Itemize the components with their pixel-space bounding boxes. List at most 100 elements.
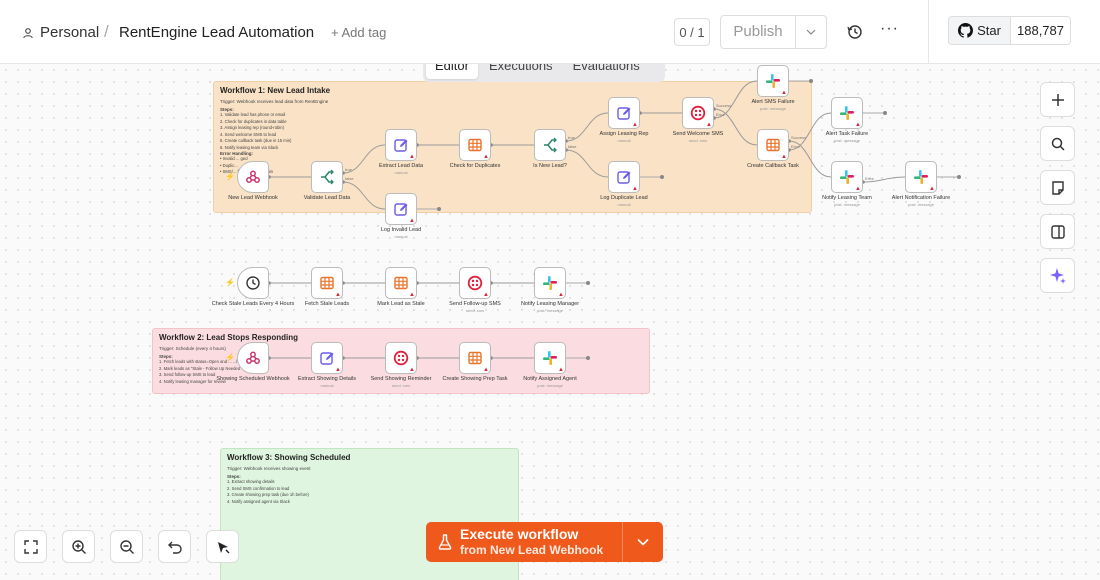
add-node-handle (586, 281, 590, 285)
edge-label: Error (865, 176, 874, 181)
node-title: Assign Leasing Rep (599, 131, 649, 137)
workflow-node-webhook3[interactable] (237, 342, 269, 374)
workflow-node-callback[interactable]: ▲ (757, 129, 789, 161)
node-label: Validate Lead Data (282, 195, 372, 202)
workflow-node-smsfail[interactable]: ▲ (757, 65, 789, 97)
publish-button[interactable]: Publish (720, 15, 827, 49)
workflow-node-logdup[interactable]: ▲ (608, 161, 640, 193)
workflow-node-webhook1[interactable] (237, 161, 269, 193)
execute-workflow-button[interactable]: Execute workflow from New Lead Webhook (426, 522, 663, 562)
fit-view-icon (23, 539, 38, 554)
workflow-node-validate[interactable] (311, 161, 343, 193)
tab-editor[interactable]: Editor (426, 64, 478, 79)
workflow-node-fetchstale[interactable]: ▲ (311, 267, 343, 299)
node-label: Log Invalid Lead manual (356, 227, 446, 240)
workflow-node-assign[interactable]: ▲ (608, 97, 640, 129)
history-icon[interactable] (845, 22, 865, 42)
workflow-node-reminder[interactable]: ▲ (385, 342, 417, 374)
github-icon (958, 23, 974, 38)
workflow-node-notifyagent[interactable]: ▲ (534, 342, 566, 374)
workflow-node-notifymgr[interactable]: ▲ (534, 267, 566, 299)
fit-view-button[interactable] (14, 530, 47, 563)
tab-evaluations[interactable]: Evaluations (564, 64, 649, 79)
add-node-handle (586, 356, 590, 360)
node-title: Send Follow-up SMS (449, 301, 501, 307)
slack-icon (542, 350, 558, 366)
zoom-in-button[interactable] (62, 530, 95, 563)
table-icon (319, 275, 335, 291)
warning-icon: ▲ (483, 292, 489, 298)
node-title: Notify Leasing Team (822, 195, 872, 201)
undo-button[interactable] (158, 530, 191, 563)
workflow-title[interactable]: RentEngine Lead Automation (119, 24, 314, 41)
flask-icon (438, 534, 452, 550)
add-node-button[interactable] (1040, 82, 1075, 117)
edge-label: true (345, 167, 352, 172)
node-title: Log Duplicate Lead (600, 195, 648, 201)
edge-label: Success (791, 135, 807, 140)
trigger-bolt-icon: ⚡ (225, 172, 235, 181)
search-icon (1051, 137, 1065, 151)
workflow-node-markstale[interactable]: ▲ (385, 267, 417, 299)
workflow-node-followup[interactable]: ▲ (459, 267, 491, 299)
node-title: Send Showing Reminder (370, 376, 432, 382)
workflow-node-dupcheck[interactable]: ▲ (459, 129, 491, 161)
node-label: Notify Assigned Agent post: message (505, 376, 595, 389)
workflow-node-isnew[interactable] (534, 129, 566, 161)
workflow-canvas[interactable]: Workflow 1: New Lead Intake Trigger: Web… (0, 64, 1100, 580)
node-subtitle: manual (617, 201, 631, 207)
edge-label: false (568, 144, 577, 149)
slack-icon (913, 169, 929, 185)
workflow-node-extractshow[interactable]: ▲ (311, 342, 343, 374)
tab-executions[interactable]: Executions (480, 64, 562, 79)
github-star-button[interactable]: Star (949, 17, 1011, 44)
edit-icon (616, 105, 632, 121)
add-node-handle (660, 175, 664, 179)
github-star-label: Star (977, 23, 1001, 38)
add-sticky-button[interactable] (1040, 170, 1075, 205)
node-title: Send Welcome SMS (672, 131, 724, 137)
execute-workflow-main[interactable]: Execute workflow from New Lead Webhook (426, 522, 623, 562)
cleanup-icon (217, 541, 229, 553)
header-divider (928, 0, 929, 64)
node-subtitle: send: sms (688, 137, 708, 143)
workflow-node-welcome[interactable]: ▲ (682, 97, 714, 129)
zoom-out-button[interactable] (110, 530, 143, 563)
zoom-out-icon (119, 539, 134, 554)
warning-icon: ▲ (706, 122, 712, 128)
breadcrumb-personal-label: Personal (40, 24, 100, 41)
workflow-node-invalid[interactable]: ▲ (385, 193, 417, 225)
chevron-down-icon[interactable] (623, 522, 663, 562)
github-star-widget[interactable]: Star 188,787 (948, 16, 1071, 45)
workflow-node-notifyfail[interactable]: ▲ (905, 161, 937, 193)
publish-label[interactable]: Publish (721, 16, 796, 48)
add-tag-button[interactable]: + Add tag (331, 25, 386, 40)
chevron-down-icon[interactable] (796, 26, 826, 38)
edge-label: Error (791, 144, 800, 149)
warning-icon: ▲ (409, 218, 415, 224)
node-title: Log Invalid Lead (380, 227, 422, 233)
plus-icon (1051, 93, 1064, 106)
breadcrumb-personal[interactable]: Personal (22, 24, 99, 41)
node-title: Is New Lead? (533, 163, 567, 169)
tidy-up-button[interactable] (206, 530, 239, 563)
warning-icon: ▲ (558, 367, 564, 373)
node-subtitle: post: message (759, 105, 786, 111)
twilio-icon (467, 275, 483, 291)
slack-icon (839, 169, 855, 185)
workflow-node-preptask[interactable]: ▲ (459, 342, 491, 374)
warning-icon: ▲ (929, 186, 935, 192)
workflow-node-extract[interactable]: ▲ (385, 129, 417, 161)
node-subtitle: post: message (536, 307, 563, 313)
workflow-node-taskfail[interactable]: ▲ (831, 97, 863, 129)
node-subtitle: send: sms (391, 382, 411, 388)
zoom-in-icon (71, 539, 86, 554)
ai-assistant-button[interactable] (1040, 258, 1075, 293)
node-title: Check for Duplicates (449, 163, 501, 169)
more-options-icon[interactable]: ··· (880, 20, 899, 38)
search-nodes-button[interactable] (1040, 126, 1075, 161)
workflow-node-notifyteam[interactable]: ▲ (831, 161, 863, 193)
toggle-panel-button[interactable] (1040, 214, 1075, 249)
editor-tabs: Editor Executions Evaluations (423, 64, 665, 82)
workflow-node-schedule[interactable] (237, 267, 269, 299)
